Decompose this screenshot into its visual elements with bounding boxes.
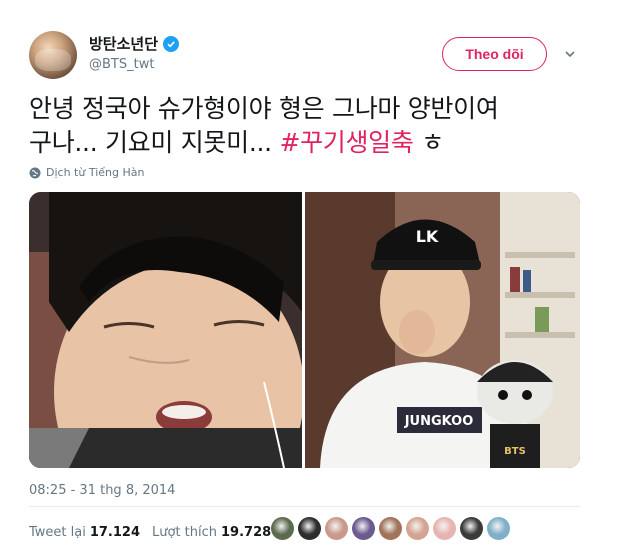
tweet-photo-right[interactable]: LK JUNGKOO BTS — [305, 192, 580, 468]
verified-icon — [163, 35, 180, 52]
retweet-label[interactable]: Tweet lại — [29, 525, 86, 540]
liker-avatar[interactable] — [325, 517, 348, 540]
tweet-text: 안녕 정국아 슈가형이야 형은 그나마 양반이여 구나... 기요미 지못미..… — [29, 92, 589, 160]
liker-avatar[interactable] — [406, 517, 429, 540]
liker-avatar[interactable] — [298, 517, 321, 540]
tweet-timestamp[interactable]: 08:25 - 31 thg 8, 2014 — [29, 483, 175, 498]
liker-avatar[interactable] — [271, 517, 294, 540]
display-name[interactable]: 방탄소년단 — [89, 33, 158, 54]
like-label[interactable]: Lượt thích — [152, 525, 217, 540]
liker-avatar[interactable] — [487, 517, 510, 540]
tweet-card: 방탄소년단 @BTS_twt Theo dõi 안녕 정국아 슈가형이야 형은 … — [0, 0, 619, 555]
liker-avatar[interactable] — [352, 517, 375, 540]
cap-logo: LK — [416, 227, 439, 246]
translate-label[interactable]: Dịch từ Tiếng Hàn — [46, 166, 144, 179]
tweet-text-line2: 구나... 기요미 지못미... — [29, 128, 280, 157]
translate-link[interactable]: Dịch từ Tiếng Hàn — [29, 166, 144, 179]
retweet-count[interactable]: 17.124 — [90, 525, 140, 540]
tweet-text-line1: 안녕 정국아 슈가형이야 형은 그나마 양반이여 — [29, 94, 499, 123]
like-count[interactable]: 19.728 — [221, 525, 271, 540]
handle[interactable]: @BTS_twt — [89, 57, 154, 72]
liker-avatar[interactable] — [460, 517, 483, 540]
liker-avatars — [271, 517, 510, 540]
tweet-text-tail: ㅎ — [413, 128, 444, 157]
shirt-text: JUNGKOO — [404, 414, 474, 429]
tweet-photo-left[interactable] — [29, 192, 302, 468]
engagement-stats: Tweet lại 17.124 Lượt thích 19.728 — [29, 525, 283, 540]
chevron-down-icon[interactable] — [563, 47, 577, 61]
plush-label: BTS — [504, 446, 526, 457]
follow-button[interactable]: Theo dõi — [442, 37, 547, 71]
divider — [29, 506, 580, 507]
liker-avatar[interactable] — [433, 517, 456, 540]
avatar[interactable] — [29, 31, 77, 79]
liker-avatar[interactable] — [379, 517, 402, 540]
hashtag-link[interactable]: #꾸기생일축 — [279, 128, 413, 157]
author-name-row[interactable]: 방탄소년단 — [89, 33, 180, 54]
globe-icon — [29, 167, 41, 178]
